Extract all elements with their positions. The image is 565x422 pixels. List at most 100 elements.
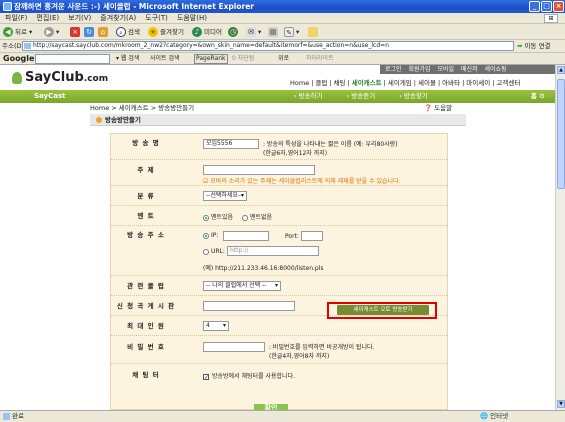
folder-button[interactable] <box>308 26 320 38</box>
label-password: 비 밀 번 호 <box>127 343 165 351</box>
mascot-icon <box>12 71 22 84</box>
category-select[interactable]: --선택하세요-- <box>203 191 247 201</box>
subnav-broadcast[interactable]: › 방송하기 <box>294 92 335 100</box>
history-button[interactable]: ◷ <box>228 26 240 38</box>
join-link[interactable]: 회원가입 <box>408 66 430 73</box>
help-link[interactable]: ❓ 도움말 <box>424 104 452 113</box>
address-input[interactable]: http://saycast.sayclub.com/mkroom_2_nw2?… <box>22 41 514 51</box>
subnav-listen[interactable]: › 방송듣기 <box>347 92 388 100</box>
label-address: 방 송 주 소 <box>127 231 165 239</box>
back-arrow-icon: ◀ <box>3 27 13 37</box>
messenger-link[interactable]: 메신저 <box>461 66 478 73</box>
refresh-button[interactable]: ↻ <box>84 26 96 38</box>
history-icon: ◷ <box>228 27 238 37</box>
nav-avatar[interactable]: 아바타 <box>442 79 460 87</box>
password-limit: (한글4자,영어8자 까지) <box>269 353 330 360</box>
club-select[interactable]: -- 나의 클럽에서 선택 -- <box>203 281 281 291</box>
ment-yes-radio[interactable]: 멘트있음 <box>203 212 233 221</box>
nav-home[interactable]: Home <box>290 79 309 87</box>
shopping-link[interactable]: 세이쇼핑 <box>484 66 506 73</box>
broadcast-form: 방 송 명 모임5556 : 방송의 특성을 나타내는 짧은 이름 (예: 우리… <box>110 133 448 410</box>
nav-support[interactable]: 고객센터 <box>496 79 520 87</box>
minimize-button[interactable]: _ <box>529 1 540 12</box>
label-ment: 멘 트 <box>137 212 155 220</box>
bullet-icon <box>96 117 102 123</box>
edit-button[interactable]: ✎ ▾ <box>284 26 299 38</box>
password-input[interactable] <box>203 342 265 352</box>
request-board-input[interactable] <box>203 301 295 311</box>
google-web-search[interactable]: ▾ 웹 검색 <box>116 54 139 64</box>
google-up[interactable]: 위로 <box>278 54 289 64</box>
mail-button[interactable]: ✉ ▾ <box>246 26 261 38</box>
ip-input[interactable] <box>223 231 269 241</box>
nav-chat[interactable]: 채팅 <box>334 79 346 87</box>
popup-blocked[interactable]: 0 차단됨 <box>232 54 254 64</box>
nav-saygame[interactable]: 세이게임 <box>388 79 412 87</box>
menu-edit[interactable]: 편집(E) <box>36 14 59 22</box>
star-icon: ★ <box>148 27 158 37</box>
form-row-category: 분 류 --선택하세요-- <box>111 186 447 206</box>
scroll-thumb[interactable] <box>557 79 565 189</box>
forward-button[interactable]: ▶ ▾ <box>44 26 59 38</box>
topic-input[interactable] <box>203 165 315 175</box>
favorites-button[interactable]: ★ 즐겨찾기 <box>148 26 184 38</box>
google-highlight[interactable]: 하이라이트 <box>306 54 334 64</box>
links-label[interactable]: 연결 <box>539 42 551 50</box>
go-arrow-icon: ➡ <box>517 42 523 50</box>
max-users-select[interactable]: 4 <box>203 321 229 331</box>
saycast-title[interactable]: SayCast <box>34 90 66 103</box>
ment-no-radio[interactable]: 멘트없음 <box>242 212 272 221</box>
site-top-strip: 로그인 회원가입 모바일 메신저 세이쇼핑 <box>380 65 555 74</box>
mobile-link[interactable]: 모바일 <box>438 66 455 73</box>
nav-club[interactable]: 클럽 <box>315 79 327 87</box>
label-max: 최 대 인 원 <box>127 322 165 330</box>
label-name: 방 송 명 <box>132 139 160 147</box>
login-link[interactable]: 로그인 <box>385 66 402 73</box>
label-topic: 주 제 <box>137 166 155 174</box>
maximize-button[interactable]: □ <box>541 1 552 12</box>
google-site-search[interactable]: 사이트 검색 <box>150 54 180 64</box>
back-button[interactable]: ◀ 뒤로 ▾ <box>3 26 32 38</box>
sayclub-logo[interactable]: SayClub.com <box>12 70 108 87</box>
saycast-home[interactable]: 홈 ⚙ <box>531 90 545 103</box>
name-limit: (한글6자,영어12자 까지) <box>263 150 328 157</box>
url-radio[interactable]: URL: <box>203 248 225 255</box>
home-button[interactable]: ⌂ <box>98 26 110 38</box>
print-button[interactable]: ▤ <box>268 26 280 38</box>
scroll-up-icon[interactable]: ▲ <box>557 66 565 74</box>
nav-saymall[interactable]: 세이몰 <box>418 79 436 87</box>
windows-logo-icon: ⊞ <box>544 14 558 23</box>
auto-stream-button[interactable]: 세이캐스트 오토 방송받기 <box>337 305 429 315</box>
status-bar: 완료 🌐 인터넷 <box>0 410 565 422</box>
nav-mysay[interactable]: 마이세이 <box>466 79 490 87</box>
menu-view[interactable]: 보기(V) <box>68 14 91 22</box>
stop-button[interactable]: × <box>70 26 82 38</box>
name-input[interactable]: 모임5556 <box>203 139 259 149</box>
port-input[interactable] <box>301 231 323 241</box>
close-button[interactable]: × <box>553 1 564 12</box>
main-nav: Home | 클럽 | 채팅 | 세이캐스트 | 세이게임 | 세이몰 | 아바타 | 마이세이 | 고객센터 <box>290 79 521 87</box>
scroll-down-icon[interactable]: ▼ <box>557 400 565 408</box>
vertical-scrollbar[interactable]: ▲ ▼ <box>555 65 565 410</box>
menu-tools[interactable]: 도구(T) <box>145 14 168 22</box>
go-button[interactable]: ➡ 이동 연결 <box>517 41 563 52</box>
ip-radio[interactable]: IP: <box>203 232 218 239</box>
media-icon: ♪ <box>192 27 202 37</box>
refresh-icon: ↻ <box>84 27 94 37</box>
media-button[interactable]: ♪ 미디어 <box>192 26 222 38</box>
chat-checkbox[interactable]: ✓ 방송방에서 채팅터를 사용합니다. <box>203 371 295 380</box>
subnav-find[interactable]: › 방송찾기 <box>399 92 440 100</box>
toolbar: ◀ 뒤로 ▾ ▶ ▾ × ↻ ⌂ ⌕ 검색 ★ 즐겨찾기 ♪ 미디어 ◷ ✉ ▾ ▤ ✎ ▾ <box>0 24 565 40</box>
google-search-input[interactable] <box>35 54 110 64</box>
address-bar: 주소(D) http://saycast.sayclub.com/mkroom_… <box>0 40 565 53</box>
menu-help[interactable]: 도움말(H) <box>177 14 207 22</box>
menu-file[interactable]: 파일(F) <box>5 14 27 22</box>
menu-favorites[interactable]: 즐겨찾기(A) <box>100 14 136 22</box>
search-button[interactable]: ⌕ 검색 <box>116 26 140 38</box>
url-input[interactable]: http:// <box>227 246 319 256</box>
saycast-bar: SayCast › 방송하기 › 방송듣기 › 방송찾기 홈 ⚙ <box>0 90 555 103</box>
nav-saycast[interactable]: 세이캐스트 <box>352 79 382 87</box>
form-row-topic: 주 제 ☑ 모바의 소리가 있는 주제는 세이클럽리스트에 의해 제재를 받을 … <box>111 160 447 186</box>
status-done: 완료 <box>3 411 24 422</box>
mail-icon: ✉ <box>246 27 256 37</box>
